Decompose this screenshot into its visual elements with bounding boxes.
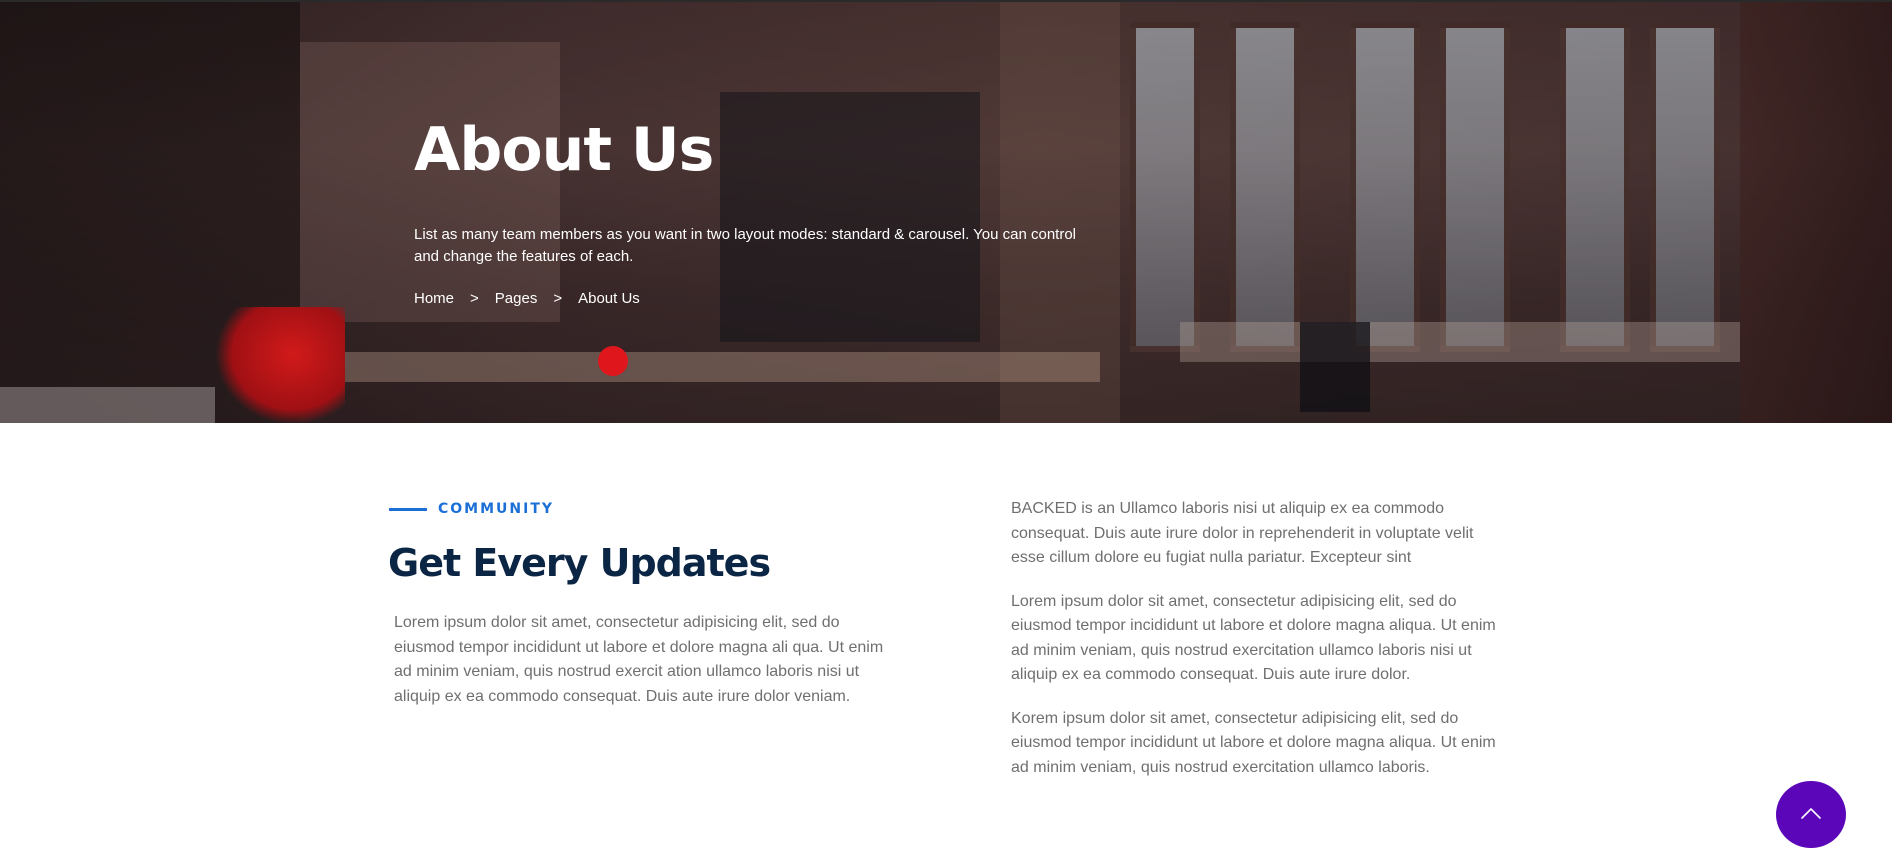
breadcrumb-pages-link[interactable]: Pages (495, 290, 538, 307)
lamp-decoration (215, 307, 345, 423)
right-paragraph: Lorem ipsum dolor sit amet, consectetur … (1011, 592, 1496, 684)
section-tag-label: COMMUNITY (438, 501, 555, 517)
breadcrumb: Home > Pages > About Us (414, 290, 1114, 307)
breadcrumb-home-link[interactable]: Home (414, 290, 454, 307)
community-paragraph: Lorem ipsum dolor sit amet, consectetur … (394, 614, 884, 705)
hero-content: About Us List as many team members as yo… (414, 110, 1114, 307)
section-tag: COMMUNITY (389, 501, 554, 517)
breadcrumb-separator: > (553, 290, 563, 307)
scroll-to-top-button[interactable] (1776, 781, 1846, 848)
hero-banner: About Us List as many team members as yo… (0, 0, 1892, 423)
right-column: BACKED is an Ullamco laboris nisi ut ali… (1011, 497, 1501, 799)
tag-accent-line (389, 507, 427, 511)
hero-description: List as many team members as you want in… (414, 226, 1077, 265)
community-section: COMMUNITY Get Every Updates Lorem ipsum … (0, 423, 1892, 867)
page-title: About Us (414, 115, 714, 185)
chevron-up-icon (1800, 806, 1822, 823)
breadcrumb-separator: > (470, 290, 479, 307)
breadcrumb-current: About Us (578, 290, 640, 307)
right-paragraph: Korem ipsum dolor sit amet, consectetur … (1011, 709, 1496, 776)
hero-red-dot (598, 346, 628, 376)
right-paragraph: BACKED is an Ullamco laboris nisi ut ali… (1011, 500, 1474, 566)
section-title: Get Every Updates (388, 541, 771, 585)
